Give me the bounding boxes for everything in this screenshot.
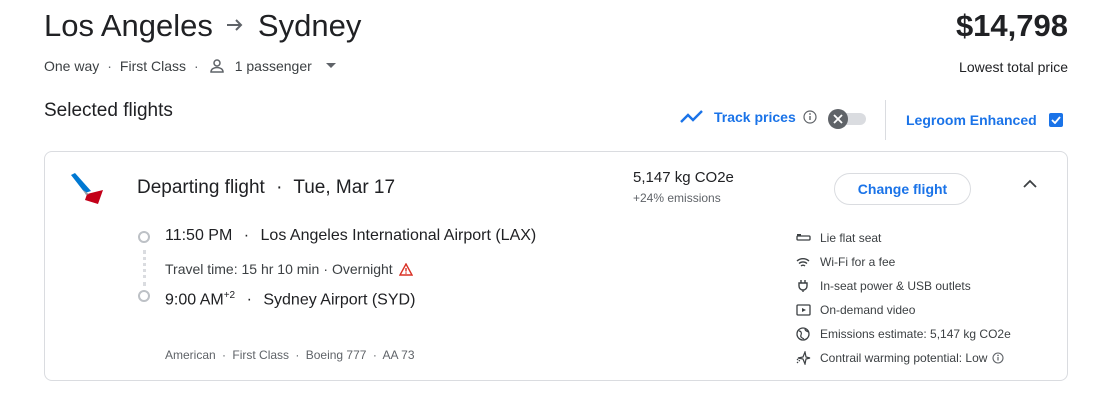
amenities-list: Lie flat seat Wi-Fi for a fee In-seat po… [795, 226, 1011, 370]
amenity-label: Lie flat seat [820, 231, 882, 245]
arrival-airport: Sydney Airport (SYD) [263, 291, 416, 309]
separator-dot: · [194, 58, 199, 74]
amenity-label: On-demand video [820, 303, 916, 317]
amenity-item: On-demand video [795, 298, 1011, 322]
destination-city: Sydney [257, 8, 362, 43]
departure-time: 11:50 PM [165, 227, 233, 244]
departure-circle [138, 231, 150, 243]
timeline-dots [143, 250, 146, 286]
departure-row: 11:50 PM · Los Angeles International Air… [165, 227, 536, 245]
travel-row: Travel time: 15 hr 10 min · Overnight [165, 261, 413, 277]
divider [885, 100, 886, 140]
info-icon[interactable] [992, 352, 1004, 364]
departing-label: Departing flight [137, 177, 265, 198]
aircraft-type: Boeing 777 [305, 348, 367, 362]
separator-dot: · [323, 261, 328, 277]
passenger-select[interactable]: 1 passenger [235, 58, 312, 74]
amenity-item: Emissions estimate: 5,147 kg CO2e [795, 322, 1011, 346]
emissions-value: 5,147 kg CO2e [633, 169, 734, 186]
trending-icon [680, 110, 704, 124]
trip-meta: One way · First Class · 1 passenger [44, 58, 336, 74]
track-prices[interactable]: Track prices [680, 109, 817, 125]
emissions-delta: +24% emissions [633, 191, 721, 205]
globe-icon [795, 326, 811, 342]
total-price: $14,798 [955, 8, 1068, 43]
warning-icon [398, 262, 413, 276]
separator-dot: · [222, 348, 227, 362]
amenity-label: Emissions estimate: 5,147 kg CO2e [820, 327, 1011, 341]
contrail-icon [795, 350, 811, 366]
video-icon [795, 302, 811, 318]
amenity-item: Lie flat seat [795, 226, 1011, 250]
travel-time: Travel time: 15 hr 10 min [165, 261, 320, 277]
amenity-item: Wi-Fi for a fee [795, 250, 1011, 274]
separator-dot: · [372, 348, 377, 362]
departing-flight-title: Departing flight · Tue, Mar 17 [137, 177, 395, 199]
caret-down-icon[interactable] [325, 63, 336, 69]
change-flight-button[interactable]: Change flight [834, 173, 971, 205]
flight-card: Departing flight · Tue, Mar 17 5,147 kg … [44, 151, 1068, 381]
arrival-time: 9:00 AM [165, 291, 224, 309]
lie-flat-seat-icon [795, 230, 811, 246]
info-icon[interactable] [803, 110, 817, 124]
route-title: Los Angeles Sydney [44, 8, 361, 44]
arrival-circle [138, 290, 150, 302]
amenity-label: Wi-Fi for a fee [820, 255, 896, 269]
amenity-label: In-seat power & USB outlets [820, 279, 971, 293]
separator-dot: · [107, 58, 112, 74]
chevron-up-icon[interactable] [1023, 179, 1037, 188]
arrival-day-offset: +2 [223, 290, 236, 301]
power-plug-icon [795, 278, 811, 294]
amenity-label: Contrail warming potential: Low [820, 351, 988, 365]
separator-dot: · [243, 227, 250, 244]
separator-dot: · [246, 291, 252, 309]
close-icon[interactable] [828, 109, 848, 129]
cabin-class: First Class [119, 58, 187, 74]
trip-type: One way [44, 58, 100, 74]
separator-dot: · [276, 177, 283, 198]
origin-city: Los Angeles [44, 8, 213, 43]
person-icon [209, 58, 225, 74]
arrival-row: 9:00 AM+2 · Sydney Airport (SYD) [165, 290, 415, 309]
american-airlines-logo [69, 172, 105, 211]
arrow-right-icon [226, 15, 244, 38]
selected-flights-heading: Selected flights [44, 100, 173, 121]
price-label: Lowest total price [959, 59, 1068, 75]
amenity-item: Contrail warming potential: Low [795, 346, 1011, 370]
legroom-label[interactable]: Legroom Enhanced [906, 112, 1037, 128]
flight-number: AA 73 [382, 348, 415, 362]
wifi-icon [795, 254, 811, 270]
flight-cabin: First Class [232, 348, 290, 362]
legroom-checkbox[interactable] [1049, 113, 1063, 127]
track-prices-label[interactable]: Track prices [714, 109, 796, 125]
departure-airport: Los Angeles International Airport (LAX) [260, 227, 537, 244]
overnight-label: Overnight [332, 261, 393, 277]
track-prices-toggle[interactable] [828, 109, 866, 129]
departure-date: Tue, Mar 17 [293, 177, 396, 198]
airline-name: American [165, 348, 216, 362]
amenity-item: In-seat power & USB outlets [795, 274, 1011, 298]
separator-dot: · [295, 348, 300, 362]
flight-details: American · First Class · Boeing 777 · AA… [165, 348, 415, 362]
